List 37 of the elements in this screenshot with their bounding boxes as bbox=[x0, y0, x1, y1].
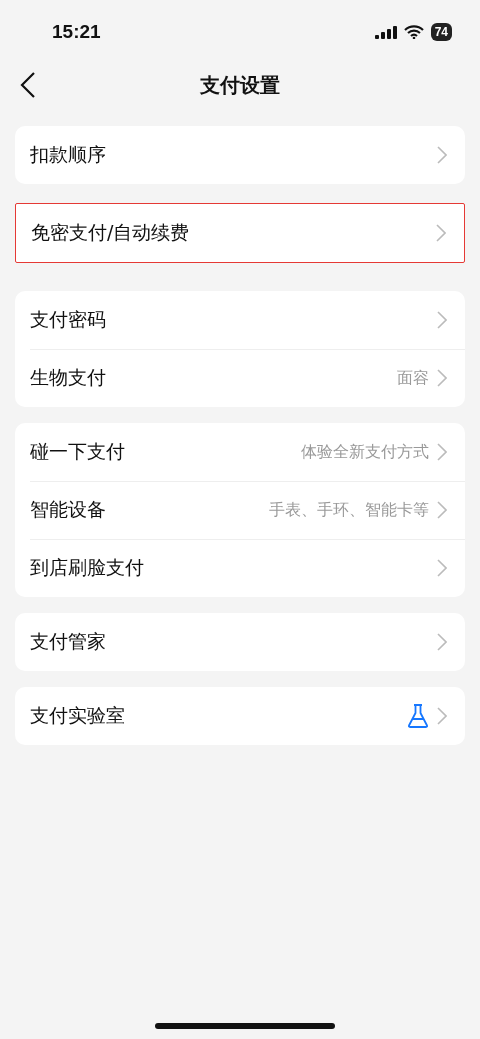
row-label: 智能设备 bbox=[30, 497, 107, 522]
settings-row[interactable]: 支付实验室 bbox=[15, 687, 465, 745]
chevron-icon bbox=[437, 707, 447, 725]
settings-row[interactable]: 碰一下支付 体验全新支付方式 bbox=[15, 423, 465, 481]
row-value: 面容 bbox=[397, 367, 429, 389]
row-label: 支付实验室 bbox=[30, 703, 126, 728]
settings-row[interactable]: 支付管家 bbox=[15, 613, 465, 671]
row-label: 扣款顺序 bbox=[30, 142, 107, 167]
row-label: 到店刷脸支付 bbox=[30, 555, 145, 580]
chevron-icon bbox=[437, 501, 447, 519]
chevron-icon bbox=[437, 443, 447, 461]
settings-row[interactable]: 支付密码 bbox=[15, 291, 465, 349]
row-value: 手表、手环、智能卡等 bbox=[269, 499, 429, 521]
row-label: 免密支付/自动续费 bbox=[31, 220, 191, 245]
chevron-icon bbox=[437, 633, 447, 651]
signal-icon bbox=[374, 25, 397, 39]
chevron-icon bbox=[437, 311, 447, 329]
settings-row[interactable]: 到店刷脸支付 bbox=[15, 539, 465, 597]
chevron-icon bbox=[437, 559, 447, 577]
row-value: 体验全新支付方式 bbox=[301, 441, 429, 463]
settings-row[interactable]: 扣款顺序 bbox=[15, 126, 465, 184]
page-title: 支付设置 bbox=[200, 71, 280, 99]
chevron-icon bbox=[436, 224, 446, 242]
wifi-icon bbox=[403, 25, 424, 39]
battery-level: 74 bbox=[430, 23, 452, 41]
row-label: 碰一下支付 bbox=[30, 439, 126, 464]
chevron-icon bbox=[437, 369, 447, 387]
back-icon[interactable] bbox=[20, 72, 36, 98]
status-time: 15:21 bbox=[52, 21, 101, 43]
row-label: 支付密码 bbox=[30, 307, 107, 332]
settings-row[interactable]: 智能设备 手表、手环、智能卡等 bbox=[15, 481, 465, 539]
row-label: 生物支付 bbox=[30, 365, 107, 390]
chevron-icon bbox=[437, 146, 447, 164]
row-label: 支付管家 bbox=[30, 629, 107, 654]
settings-row[interactable]: 生物支付 面容 bbox=[15, 349, 465, 407]
settings-row[interactable]: 免密支付/自动续费 bbox=[16, 204, 464, 262]
flask-icon bbox=[407, 704, 429, 728]
